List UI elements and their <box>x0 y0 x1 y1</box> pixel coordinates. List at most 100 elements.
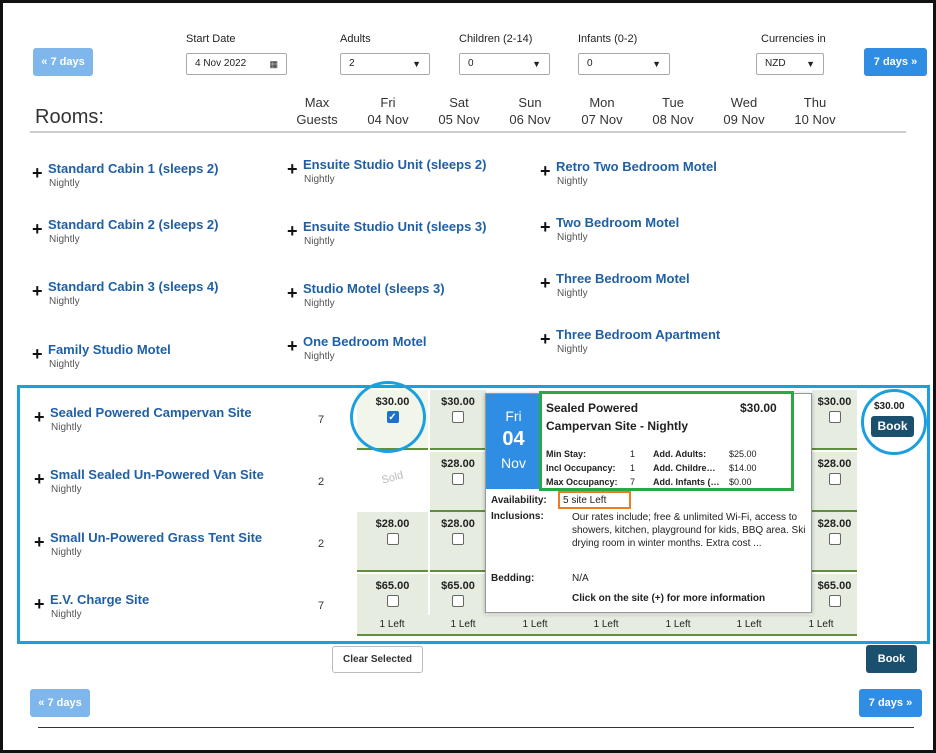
rate-checkbox[interactable] <box>828 533 841 545</box>
left-count: 1 Left <box>593 619 619 630</box>
currency-select[interactable]: NZD ▼ <box>756 53 824 75</box>
left-count: 1 Left <box>736 619 762 630</box>
expand-plus-icon[interactable]: + <box>287 336 298 357</box>
room-name[interactable]: Two Bedroom Motel <box>556 215 679 230</box>
expand-plus-icon[interactable]: + <box>287 159 298 180</box>
bedding-value: N/A <box>572 573 589 584</box>
start-date-value: 4 Nov 2022 <box>195 58 247 69</box>
room-name[interactable]: Studio Motel (sleeps 3) <box>303 281 445 296</box>
prev-7-days-button[interactable]: « 7 days <box>33 48 93 76</box>
rate-checkbox[interactable] <box>828 595 841 607</box>
room-name[interactable]: Three Bedroom Apartment <box>556 327 720 342</box>
rate-checkbox[interactable] <box>386 533 399 545</box>
room-name[interactable]: Ensuite Studio Unit (sleeps 2) <box>303 157 486 172</box>
day-dow: Sun <box>518 95 542 110</box>
expand-plus-icon[interactable]: + <box>540 217 551 238</box>
adults-select[interactable]: 2 ▼ <box>340 53 430 75</box>
site-name[interactable]: Small Un-Powered Grass Tent Site <box>50 530 262 545</box>
rate-cell[interactable]: $28.00 <box>357 512 428 572</box>
rate-cell[interactable]: $28.00 <box>812 452 857 512</box>
room-name[interactable]: Standard Cabin 3 (sleeps 4) <box>48 279 219 294</box>
rate-price: $65.00 <box>375 580 410 592</box>
day-date: 09 Nov <box>723 112 765 127</box>
sold-label: Sold <box>380 469 405 487</box>
next-7-days-button[interactable]: 7 days » <box>864 48 927 76</box>
room-name[interactable]: Standard Cabin 2 (sleeps 2) <box>48 217 219 232</box>
children-label: Children (2-14) <box>459 33 533 45</box>
expand-plus-icon[interactable]: + <box>32 219 43 240</box>
expand-plus-icon[interactable]: + <box>540 161 551 182</box>
infants-value: 0 <box>587 58 593 69</box>
start-date-input[interactable]: 4 Nov 2022 ▦ <box>186 53 287 75</box>
expand-plus-icon[interactable]: + <box>540 329 551 350</box>
room-name[interactable]: Family Studio Motel <box>48 342 171 357</box>
room-name[interactable]: One Bedroom Motel <box>303 334 427 349</box>
expand-plus-icon[interactable]: + <box>34 532 45 553</box>
rate-cell[interactable]: $30.00 <box>812 390 857 450</box>
site-rate-type: Nightly <box>51 484 82 495</box>
day-date: 06 Nov <box>509 112 551 127</box>
room-name[interactable]: Retro Two Bedroom Motel <box>556 159 717 174</box>
room-rate-type: Nightly <box>49 296 80 307</box>
expand-plus-icon[interactable]: + <box>287 283 298 304</box>
expand-plus-icon[interactable]: + <box>32 344 43 365</box>
room-name[interactable]: Three Bedroom Motel <box>556 271 690 286</box>
expand-plus-icon[interactable]: + <box>34 594 45 615</box>
next-7-days-button-bottom[interactable]: 7 days » <box>859 689 922 717</box>
site-name[interactable]: E.V. Charge Site <box>50 592 149 607</box>
clear-selected-button[interactable]: Clear Selected <box>332 646 423 673</box>
children-select[interactable]: 0 ▼ <box>459 53 550 75</box>
currency-label: Currencies in <box>761 33 826 45</box>
rate-checkbox[interactable] <box>828 411 841 423</box>
room-rate-type: Nightly <box>49 234 80 245</box>
left-count: 1 Left <box>379 619 405 630</box>
rate-price: $30.00 <box>817 396 852 408</box>
site-rate-type: Nightly <box>51 609 82 620</box>
day-header-5: Wed 09 Nov <box>719 94 769 128</box>
expand-plus-icon[interactable]: + <box>34 407 45 428</box>
expand-plus-icon[interactable]: + <box>540 273 551 294</box>
expand-plus-icon[interactable]: + <box>32 281 43 302</box>
room-name[interactable]: Standard Cabin 1 (sleeps 2) <box>48 161 219 176</box>
day-date: 07 Nov <box>581 112 623 127</box>
adults-label: Adults <box>340 33 371 45</box>
rate-price: $28.00 <box>441 458 475 470</box>
rate-cell[interactable]: $30.00 <box>430 390 486 450</box>
expand-plus-icon[interactable]: + <box>32 163 43 184</box>
expand-plus-icon[interactable]: + <box>34 469 45 490</box>
rate-checkbox[interactable] <box>452 595 464 607</box>
availability-value: 5 site Left <box>558 491 631 509</box>
room-rate-type: Nightly <box>304 298 335 309</box>
rate-checkbox[interactable] <box>452 411 464 423</box>
rate-price: $65.00 <box>817 580 852 592</box>
prev-7-days-button-bottom[interactable]: « 7 days <box>30 689 90 717</box>
rate-checkbox[interactable] <box>386 595 399 607</box>
children-value: 0 <box>468 58 474 69</box>
rate-cell[interactable]: $28.00 <box>430 512 486 572</box>
rate-cell[interactable]: $28.00 <box>812 512 857 572</box>
day-header-2: Sun 06 Nov <box>505 94 555 128</box>
day-header-4: Tue 08 Nov <box>648 94 698 128</box>
left-count: 1 Left <box>450 619 476 630</box>
day-dow: Sat <box>449 95 469 110</box>
rate-cell[interactable]: $28.00 <box>430 452 486 512</box>
selected-rate-highlight <box>350 381 426 453</box>
expand-plus-icon[interactable]: + <box>287 221 298 242</box>
day-dow: Thu <box>803 95 827 110</box>
room-name[interactable]: Ensuite Studio Unit (sleeps 3) <box>303 219 486 234</box>
day-header-0: Fri 04 Nov <box>363 94 413 128</box>
book-button-bottom[interactable]: Book <box>866 645 917 673</box>
rate-price: $28.00 <box>375 518 410 530</box>
left-count: 1 Left <box>522 619 548 630</box>
sold-cell: Sold <box>357 452 428 512</box>
adults-value: 2 <box>349 58 355 69</box>
site-name[interactable]: Small Sealed Un-Powered Van Site <box>50 467 264 482</box>
infants-select[interactable]: 0 ▼ <box>578 53 670 75</box>
popup-dow: Fri <box>505 408 522 424</box>
site-name[interactable]: Sealed Powered Campervan Site <box>50 405 252 420</box>
day-date: 04 Nov <box>367 112 409 127</box>
calendar-icon[interactable]: ▦ <box>269 54 278 74</box>
rate-checkbox[interactable] <box>828 473 841 485</box>
rate-checkbox[interactable] <box>452 533 464 545</box>
rate-checkbox[interactable] <box>452 473 464 485</box>
